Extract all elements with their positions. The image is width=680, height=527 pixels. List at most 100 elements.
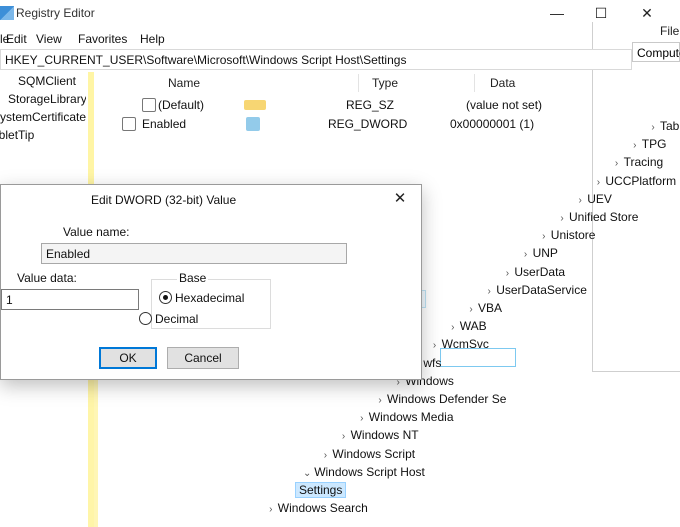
- cascade-tree-item[interactable]: › UserDataService: [482, 283, 587, 297]
- cascade-tree-item[interactable]: › VBA: [464, 301, 502, 315]
- cascade-item-label: wfs: [423, 355, 442, 370]
- decimal-label[interactable]: Decimal: [155, 312, 198, 326]
- hexadecimal-label[interactable]: Hexadecimal: [175, 291, 244, 305]
- cascade-tree-item[interactable]: › Windows Media: [355, 410, 453, 424]
- chevron-right-icon[interactable]: ›: [573, 195, 587, 206]
- chevron-right-icon[interactable]: ›: [519, 249, 533, 260]
- base-group-label: Base: [177, 271, 209, 285]
- cascade-tree-item[interactable]: ⌄ Windows Script Host: [300, 465, 425, 479]
- column-header-data[interactable]: Data: [490, 76, 515, 90]
- menu-favorites[interactable]: Favorites: [78, 32, 127, 46]
- cascade-tree-item[interactable]: › UNP: [519, 246, 558, 260]
- chevron-right-icon[interactable]: ›: [337, 431, 351, 442]
- chevron-right-icon[interactable]: ›: [628, 140, 642, 151]
- chevron-right-icon[interactable]: ›: [355, 413, 369, 424]
- dword-value-icon: [122, 117, 136, 131]
- cascade-item-label: Windows NT: [350, 428, 419, 443]
- cascade-tree-item[interactable]: › TPG: [628, 137, 667, 152]
- maximize-button[interactable]: ☐: [586, 4, 616, 24]
- value-data: (value not set): [466, 98, 543, 112]
- cascade-tree-item[interactable]: › WAB: [446, 319, 487, 333]
- explorer-address-text: Computer: [637, 46, 680, 60]
- cascade-item-label: Windows Script: [332, 446, 416, 461]
- value-name-field: Enabled: [41, 243, 347, 264]
- close-button[interactable]: ✕: [632, 4, 662, 24]
- column-header-name[interactable]: Name: [168, 76, 200, 90]
- window-title: Registry Editor: [16, 6, 95, 20]
- tree-item-storagelibrary[interactable]: StorageLibrary: [8, 92, 87, 106]
- cascade-item-label: UEV: [587, 191, 612, 206]
- cascade-item-label: UserDataService: [496, 282, 587, 297]
- string-value-icon: [142, 98, 156, 112]
- cascade-tree-item[interactable]: › Tracing: [610, 155, 663, 169]
- value-type: REG_DWORD: [328, 117, 408, 131]
- chevron-right-icon[interactable]: ›: [482, 286, 496, 297]
- tree-item-sqmclient[interactable]: SQMClient: [18, 74, 76, 88]
- cascade-item-label: WcmSvc: [441, 337, 489, 352]
- address-bar[interactable]: HKEY_CURRENT_USER\Software\Microsoft\Win…: [0, 49, 632, 70]
- chevron-right-icon[interactable]: ›: [500, 268, 514, 279]
- tree-item-systemcertificates[interactable]: SystemCertificates: [0, 110, 92, 124]
- cascade-item-label: Windows Defender Se: [387, 392, 507, 406]
- menu-bar: File Edit View Favorites Help: [0, 30, 600, 48]
- cascade-item-label: Settings: [294, 482, 347, 498]
- dword-value-icon: [246, 117, 260, 131]
- value-name-text: Enabled: [46, 247, 91, 261]
- title-bar: Registry Editor — ☐ ✕: [0, 0, 680, 28]
- cascade-tree-item[interactable]: › Unistore: [537, 228, 595, 242]
- dialog-title-bar: Edit DWORD (32-bit) Value ✕: [1, 185, 421, 213]
- tree-item-tablettip[interactable]: TabletTip: [0, 128, 34, 142]
- chevron-right-icon[interactable]: ›: [555, 213, 569, 224]
- chevron-right-icon[interactable]: ›: [537, 231, 551, 242]
- cascade-item-label: VBA: [478, 301, 503, 315]
- edit-dword-dialog: Edit DWORD (32-bit) Value ✕ Value name: …: [0, 184, 422, 380]
- cascade-item-label: Windows Search: [277, 501, 368, 516]
- chevron-right-icon[interactable]: ›: [373, 395, 387, 406]
- chevron-right-icon[interactable]: ›: [318, 450, 332, 461]
- cascade-tree-item[interactable]: › Windows Search: [264, 501, 368, 515]
- hexadecimal-radio[interactable]: [159, 291, 172, 304]
- cascade-item-label: UserData: [514, 264, 566, 279]
- cascade-tree-item[interactable]: Settings: [282, 482, 347, 498]
- value-row-enabled[interactable]: Enabled REG_DWORD 0x00000001 (1): [118, 115, 588, 133]
- minimize-button[interactable]: —: [542, 4, 572, 24]
- chevron-right-icon[interactable]: ›: [464, 304, 478, 315]
- chevron-right-icon[interactable]: ›: [428, 340, 442, 351]
- cascade-tree-item[interactable]: › Windows Script: [318, 447, 415, 461]
- cascade-item-label: Unified Store: [569, 210, 639, 224]
- ok-button[interactable]: OK: [99, 347, 157, 369]
- chevron-down-icon[interactable]: ⌄: [300, 468, 314, 479]
- explorer-address-bar[interactable]: Computer: [632, 42, 680, 62]
- menu-help[interactable]: Help: [140, 32, 165, 46]
- decimal-radio[interactable]: [139, 312, 152, 325]
- cascade-tree-item[interactable]: › Unified Store: [555, 210, 638, 224]
- cascade-tree-item[interactable]: › UCCPlatform: [591, 174, 676, 188]
- column-header-type[interactable]: Type: [372, 76, 398, 90]
- chevron-right-icon[interactable]: ›: [610, 158, 624, 169]
- cascade-tree-item[interactable]: › WcmSvc: [428, 337, 489, 351]
- chevron-right-icon[interactable]: ›: [591, 177, 605, 188]
- cascade-tree-item[interactable]: › UserData: [500, 265, 565, 279]
- cascade-tree-item[interactable]: › Windows NT: [337, 428, 419, 442]
- cascade-item-label: TPG: [641, 137, 667, 152]
- value-type: REG_SZ: [346, 98, 395, 112]
- chevron-right-icon[interactable]: ›: [446, 322, 460, 333]
- cascade-tree-item[interactable]: ›TabletTip: [646, 119, 680, 133]
- chevron-right-icon[interactable]: ›: [646, 122, 660, 133]
- value-data-input[interactable]: 1: [1, 289, 139, 310]
- cascade-item-label: WAB: [459, 319, 487, 334]
- column-divider: [358, 74, 359, 92]
- cancel-button[interactable]: Cancel: [167, 347, 239, 369]
- string-value-icon: [244, 100, 266, 110]
- value-name-label: Value name:: [63, 225, 130, 239]
- menu-view[interactable]: View: [36, 32, 62, 46]
- values-list: Name Type Data (Default) REG_SZ (value n…: [118, 72, 588, 172]
- dialog-close-button[interactable]: ✕: [389, 189, 411, 209]
- menu-edit[interactable]: Edit: [6, 32, 27, 46]
- value-row-default[interactable]: (Default) REG_SZ (value not set): [118, 96, 588, 114]
- cascade-tree-item[interactable]: › Windows Defender Se: [373, 392, 506, 406]
- explorer-menu-file[interactable]: File: [660, 24, 679, 38]
- address-path: HKEY_CURRENT_USER\Software\Microsoft\Win…: [5, 53, 407, 67]
- chevron-right-icon[interactable]: ›: [264, 504, 278, 515]
- cascade-tree-item[interactable]: › UEV: [573, 192, 612, 206]
